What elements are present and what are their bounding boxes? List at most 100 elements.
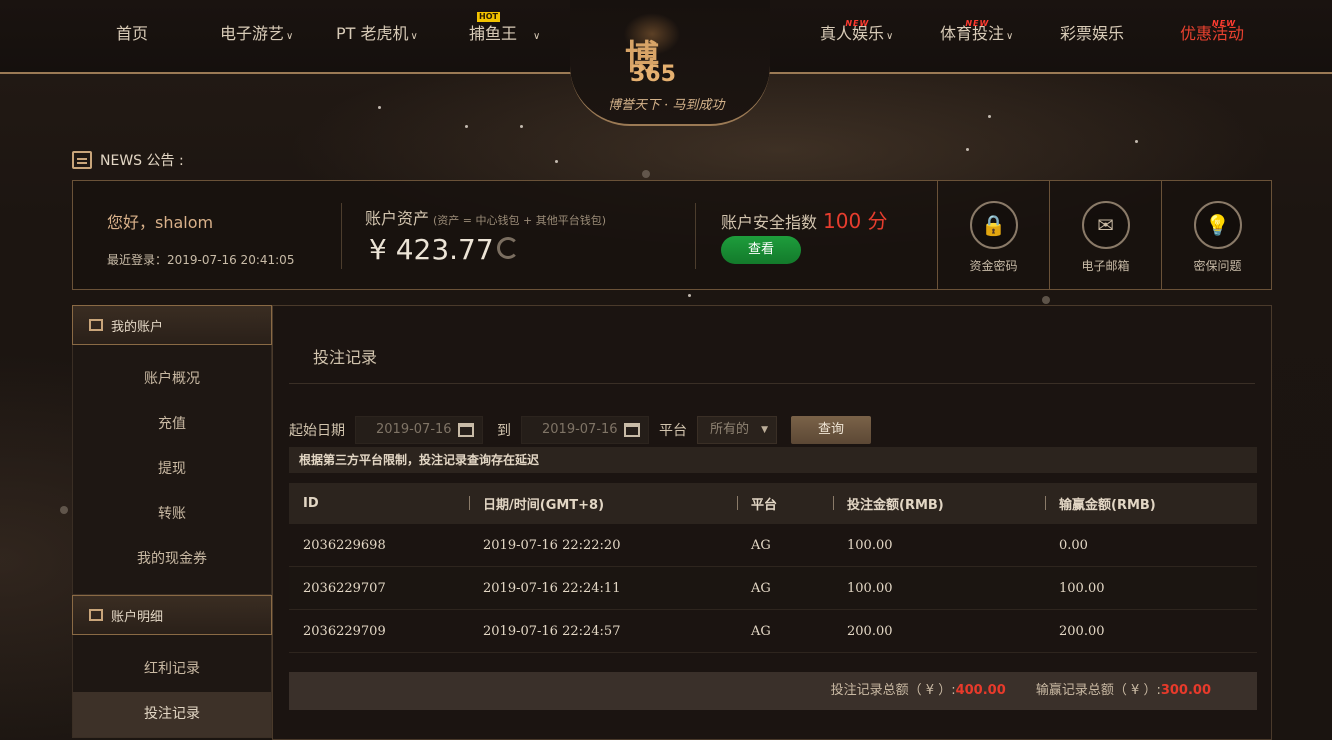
cell-win: 0.00 [1059,537,1088,553]
page-title: 投注记录 [313,348,378,367]
table-row: 2036229698 2019-07-16 22:22:20 AG 100.00… [289,524,1257,567]
nav-promo[interactable]: NEW 优惠活动 [1180,19,1244,46]
end-date-field[interactable]: 2019-07-16 [521,416,649,444]
query-button[interactable]: 查询 [791,416,871,444]
cell-win: 200.00 [1059,623,1105,639]
nav-pt-label: PT 老虎机 [336,24,409,43]
totals-bar: 投注记录总额（ ¥ ）:400.00 输赢记录总额（ ¥ ）:300.00 [289,672,1257,710]
sidebar-list: 账户概况 充值 提现 转账 我的现金券 [72,345,272,595]
security-score: 100 分 [823,209,888,233]
cell-bet: 200.00 [847,623,893,639]
star-decor [642,170,650,178]
tool-fund-password[interactable]: 🔒 资金密码 [937,181,1049,289]
divider [341,203,342,269]
nav-electronic[interactable]: 电子游艺 ∨ [220,22,293,49]
table-header: ID 日期/时间(GMT+8) 平台 投注金额(RMB) 输赢金额(RMB) [289,483,1257,524]
tool-label: 资金密码 [969,259,1018,273]
table-row: 2036229707 2019-07-16 22:24:11 AG 100.00… [289,567,1257,610]
sidebar-section-my-account[interactable]: 我的账户 [72,305,272,345]
calendar-icon [458,423,474,437]
sidebar-item-overview[interactable]: 账户概况 [73,357,271,402]
tool-label: 密保问题 [1193,259,1242,273]
security-title-label: 账户安全指数 [721,213,818,232]
total-bet-label: 投注记录总额（ ¥ ）: [830,683,956,698]
cell-datetime: 2019-07-16 22:22:20 [483,537,621,553]
star-decor [378,106,381,109]
cell-platform: AG [751,580,771,596]
refresh-icon[interactable] [497,237,519,259]
mail-icon: ✉ [1081,201,1130,249]
col-win-amount: 输赢金额(RMB) [1045,494,1257,513]
tool-email[interactable]: ✉ 电子邮箱 [1049,181,1161,289]
nav-fishing[interactable]: HOT 捕鱼王 ∨ [469,12,541,49]
chevron-down-icon: ∨ [1006,31,1014,42]
cell-win: 100.00 [1059,580,1105,596]
delay-notice: 根据第三方平台限制，投注记录查询存在延迟 [289,447,1257,473]
card-icon [89,319,103,331]
nav-home[interactable]: 首页 [116,22,148,46]
start-date-value: 2019-07-16 [376,422,452,437]
star-decor [966,148,969,151]
new-badge: NEW [845,19,870,28]
security-title: 账户安全指数 100 分 [721,205,888,234]
asset-title-label: 账户资产 [365,209,430,228]
news-icon [72,151,92,169]
sidebar-section-label: 账户明细 [111,609,164,625]
chevron-down-icon: ∨ [286,31,294,42]
bulb-icon: 💡 [1193,201,1242,249]
last-login: 最近登录：2019-07-16 20:41:05 [107,253,295,267]
asset-title: 账户资产 (资产 = 中心钱包 + 其他平台钱包) [365,205,606,229]
start-date-label: 起始日期 [289,423,345,439]
sidebar-item-deposit[interactable]: 充值 [73,402,271,447]
col-id: ID [303,496,319,511]
cell-id: 2036229709 [303,623,386,639]
cell-id: 2036229698 [303,537,386,553]
nav-lottery[interactable]: 彩票娱乐 [1060,22,1124,46]
col-datetime: 日期/时间(GMT+8) [469,494,737,513]
chevron-down-icon: ∨ [533,31,541,42]
greeting: 您好，shalom [107,213,214,232]
cell-bet: 100.00 [847,537,893,553]
nav-sports[interactable]: NEW 体育投注 ∨ [940,19,1014,49]
sidebar-item-coupons[interactable]: 我的现金券 [73,537,271,582]
nav-live[interactable]: NEW 真人娱乐 ∨ [820,19,894,49]
nav-lottery-label: 彩票娱乐 [1060,24,1125,43]
total-bet-value: 400.00 [955,683,1006,698]
lock-icon: 🔒 [969,201,1018,249]
star-decor [465,125,468,128]
star-decor [1135,140,1138,143]
divider [695,203,696,269]
spacer [73,635,271,647]
col-platform: 平台 [737,494,833,513]
cell-bet: 100.00 [847,580,893,596]
nav-pt[interactable]: PT 老虎机 ∨ [336,22,418,49]
star-decor [520,125,523,128]
platform-select[interactable]: 所有的 ▼ [697,416,777,444]
filter-bar: 起始日期 2019-07-16 到 2019-07-16 平台 所有的 ▼ 查询 [289,416,871,444]
sidebar-item-transfer[interactable]: 转账 [73,492,271,537]
asset-value: ¥ 423.77 [369,233,494,266]
calculator-icon [89,609,103,621]
account-summary: 您好，shalom 最近登录：2019-07-16 20:41:05 账户资产(… [72,180,1272,290]
calendar-icon [624,423,640,437]
view-button[interactable]: 查看 [721,236,801,264]
total-win-label: 输赢记录总额（ ¥ ）: [1035,683,1161,698]
spacer [73,582,271,594]
start-date-field[interactable]: 2019-07-16 [355,416,483,444]
nav-home-label: 首页 [116,24,149,43]
table-row: 2036229709 2019-07-16 22:24:57 AG 200.00… [289,610,1257,653]
chevron-down-icon: ∨ [886,31,894,42]
sidebar-section-details[interactable]: 账户明细 [72,595,272,635]
total-win-value: 300.00 [1160,683,1211,698]
news-label: NEWS 公告 : [100,153,184,169]
star-decor [1042,296,1050,304]
new-badge: NEW [1212,19,1237,28]
asset-note: (资产 = 中心钱包 + 其他平台钱包) [433,214,607,227]
new-badge: NEW [965,19,990,28]
sidebar-item-bonus-records[interactable]: 红利记录 [73,647,271,692]
site-logo[interactable]: 博 365 博誉天下 · 马到成功 [570,0,770,126]
tool-security-question[interactable]: 💡 密保问题 [1161,181,1273,289]
sidebar-item-bet-records[interactable]: 投注记录 [73,692,271,737]
sidebar-item-withdraw[interactable]: 提现 [73,447,271,492]
news-bar: NEWS 公告 : [72,150,184,170]
